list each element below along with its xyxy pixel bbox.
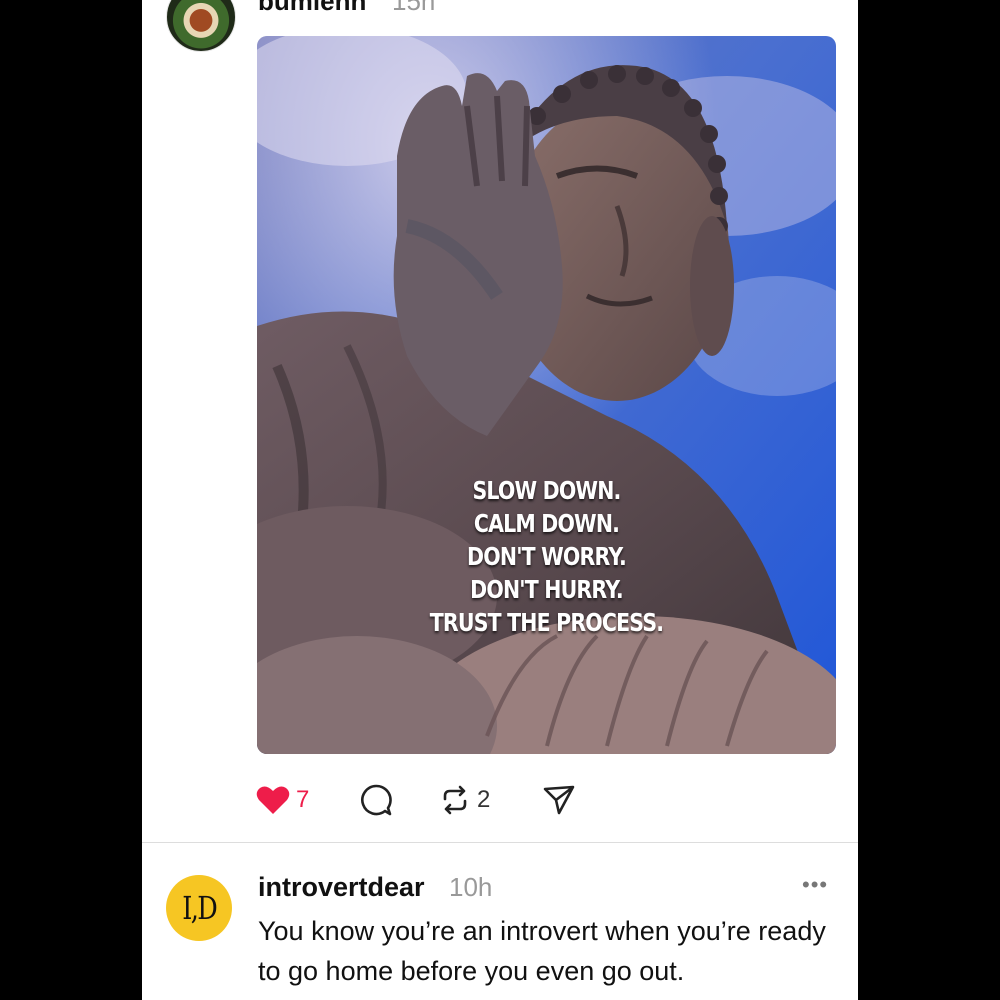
post-divider xyxy=(142,842,858,843)
share-button[interactable] xyxy=(542,780,576,820)
post-image[interactable]: SLOW DOWN. CALM DOWN. DON'T WORRY. DON'T… xyxy=(257,36,836,754)
comment-icon xyxy=(361,784,392,816)
like-button[interactable]: 7 xyxy=(256,780,309,820)
repost-icon xyxy=(443,785,467,815)
heart-icon xyxy=(256,786,290,814)
like-count: 7 xyxy=(296,786,310,813)
feed-panel: bumiehh 15h SLOW DOWN. CALM DOWN. DON'T … xyxy=(142,0,858,1000)
buddha-image xyxy=(257,36,836,754)
avatar[interactable]: I,D xyxy=(166,875,232,941)
image-caption: SLOW DOWN. CALM DOWN. DON'T WORRY. DON'T… xyxy=(309,474,784,639)
share-icon xyxy=(543,785,575,815)
post-timestamp: 10h xyxy=(449,872,493,902)
caption-line: SLOW DOWN. xyxy=(472,476,621,505)
post-username[interactable]: introvertdear xyxy=(258,872,425,903)
avatar[interactable] xyxy=(166,0,236,52)
caption-line: CALM DOWN. xyxy=(473,509,620,538)
repost-count: 2 xyxy=(477,786,491,813)
post-username[interactable]: bumiehh xyxy=(258,0,366,17)
caption-line: TRUST THE PROCESS. xyxy=(429,608,664,637)
post-timestamp: 15h xyxy=(392,0,436,16)
avatar-initials: I,D xyxy=(182,889,218,927)
more-icon[interactable]: ••• xyxy=(802,872,828,898)
post-text: You know you’re an introvert when you’re… xyxy=(258,916,826,986)
caption-line: DON'T HURRY. xyxy=(470,575,623,604)
comment-button[interactable] xyxy=(359,780,393,820)
post-actions: 7 2 xyxy=(256,780,676,820)
caption-line: DON'T WORRY. xyxy=(467,542,627,571)
repost-button[interactable]: 2 xyxy=(439,780,490,820)
